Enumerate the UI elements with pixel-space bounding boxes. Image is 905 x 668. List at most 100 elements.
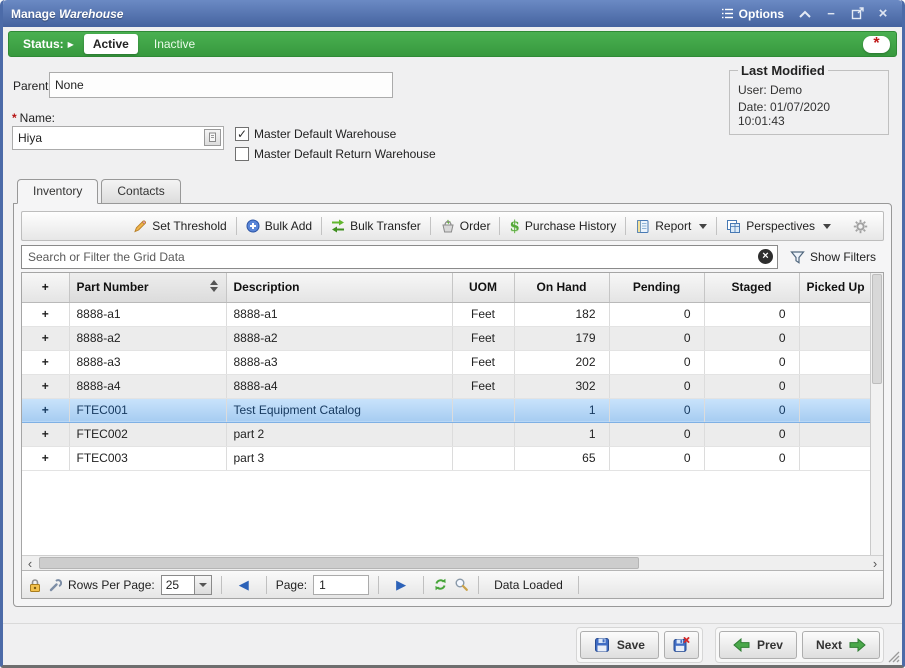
table-row[interactable]: +8888-a48888-a4Feet30200 [22,374,870,398]
scroll-left-icon[interactable]: ‹ [22,557,38,570]
required-indicator-button[interactable]: * [863,36,890,53]
save-button[interactable]: Save [580,631,659,659]
cell: 0 [704,350,799,374]
magnifier-icon [454,577,469,592]
report-dropdown-icon [699,224,707,229]
resize-grip[interactable] [887,650,900,663]
column-header[interactable]: Pending [609,273,704,302]
row-expand-button[interactable]: + [22,374,69,398]
parent-label: Parent: [13,79,52,93]
refresh-button[interactable] [433,577,448,592]
checkbox-master-default-label: Master Default Warehouse [254,127,396,141]
plus-circle-icon [246,219,260,233]
table-row[interactable]: +FTEC002part 2100 [22,422,870,446]
row-expand-button[interactable]: + [22,302,69,326]
transfer-arrows-icon [331,219,345,233]
cell: Feet [452,374,514,398]
lock-icon[interactable] [28,578,42,592]
bulk-add-button[interactable]: Bulk Add [239,216,319,236]
bulk-transfer-button[interactable]: Bulk Transfer [324,216,428,236]
perspectives-button[interactable]: Perspectives [719,216,838,237]
checkbox-master-return[interactable]: Master Default Return Warehouse [235,147,436,161]
cell: 0 [704,374,799,398]
tab-inventory[interactable]: Inventory [17,179,98,204]
cell: Feet [452,326,514,350]
save-close-button[interactable] [664,631,699,659]
cell: 0 [704,446,799,470]
collapse-button[interactable] [794,5,816,23]
popout-button[interactable] [846,5,868,23]
basket-icon [440,219,455,233]
cell: Feet [452,302,514,326]
options-button[interactable]: Options [715,5,790,23]
cell: 302 [514,374,609,398]
horizontal-scrollbar[interactable]: ‹ › [22,555,883,570]
report-button[interactable]: Report [628,216,714,237]
scroll-right-icon[interactable]: › [867,557,883,570]
dollar-icon: $ [509,217,519,235]
rows-per-page-select[interactable]: 25 [161,575,212,595]
page-label: Page: [276,578,307,592]
wrench-icon[interactable] [48,578,62,592]
refresh-icon [433,577,448,592]
status-tab-inactive[interactable]: Inactive [154,37,195,51]
column-header[interactable]: Part Number [69,273,226,302]
table-row[interactable]: +FTEC003part 36500 [22,446,870,470]
horizontal-scrollbar-thumb[interactable] [39,557,639,569]
clear-search-button[interactable]: × [758,249,773,264]
column-header[interactable]: On Hand [514,273,609,302]
next-page-button[interactable]: ▶ [388,577,414,593]
column-header[interactable]: Staged [704,273,799,302]
show-filters-button[interactable]: Show Filters [778,250,884,265]
asterisk-icon: * [873,39,879,49]
cell: 8888-a3 [226,350,452,374]
cell: part 2 [226,422,452,446]
prev-button[interactable]: Prev [719,631,797,659]
row-expand-button[interactable]: + [22,446,69,470]
next-button[interactable]: Next [802,631,880,659]
perspectives-dropdown-icon [823,224,831,229]
parent-field[interactable] [49,72,393,98]
order-button[interactable]: Order [433,216,498,236]
prev-page-button[interactable]: ◀ [231,577,257,593]
name-field-tool-button[interactable] [204,129,221,146]
search-input[interactable] [21,245,778,269]
table-row[interactable]: +FTEC001Test Equipment Catalog100 [22,398,870,422]
table-row[interactable]: +8888-a18888-a1Feet18200 [22,302,870,326]
set-threshold-button[interactable]: Set Threshold [126,216,234,236]
grid-settings-button[interactable] [846,216,875,237]
close-button[interactable]: × [872,5,894,23]
cell [452,446,514,470]
row-expand-button[interactable]: + [22,326,69,350]
name-field[interactable] [12,126,224,150]
checkbox-master-default[interactable]: ✓ Master Default Warehouse [235,127,396,141]
table-row[interactable]: +8888-a38888-a3Feet20200 [22,350,870,374]
select-dropdown-icon[interactable] [194,576,211,594]
row-expand-button[interactable]: + [22,398,69,422]
minimize-button[interactable]: − [820,5,842,23]
last-modified-user: User: Demo [738,83,880,97]
row-expand-button[interactable]: + [22,422,69,446]
prev-arrow-icon [733,638,750,652]
cell [799,350,870,374]
vertical-scrollbar-thumb[interactable] [872,274,882,384]
table-row[interactable]: +8888-a28888-a2Feet17900 [22,326,870,350]
purchase-history-button[interactable]: $ Purchase History [502,214,623,238]
column-header[interactable]: Description [226,273,452,302]
column-header[interactable]: + [22,273,69,302]
tab-contacts[interactable]: Contacts [101,179,180,203]
column-header[interactable]: Picked Up [799,273,870,302]
cell: 0 [609,446,704,470]
status-tab-active[interactable]: Active [84,34,138,54]
pencil-icon [133,219,147,233]
page-input[interactable] [313,575,369,595]
column-header[interactable]: UOM [452,273,514,302]
cell: 0 [609,326,704,350]
vertical-scrollbar[interactable] [870,273,883,555]
checkbox-checked-icon: ✓ [235,127,249,141]
row-expand-button[interactable]: + [22,350,69,374]
manage-warehouse-window: Manage Warehouse Options − [0,0,905,668]
sort-icon[interactable] [210,280,218,292]
window-title: Manage Warehouse [11,7,123,21]
search-grid-button[interactable] [454,577,469,592]
